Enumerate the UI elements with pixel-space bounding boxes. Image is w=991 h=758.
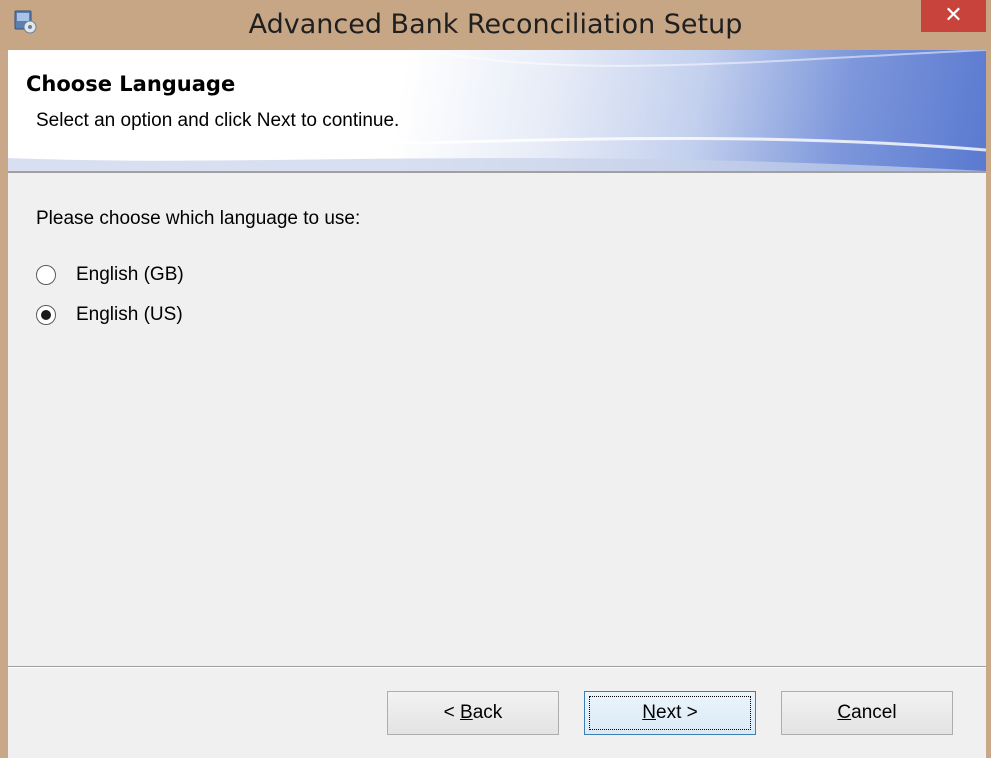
title-bar[interactable]: Advanced Bank Reconciliation Setup ✕ xyxy=(0,0,991,50)
radio-english-us[interactable] xyxy=(36,305,56,325)
close-button[interactable]: ✕ xyxy=(921,0,986,32)
header-banner: Choose Language Select an option and cli… xyxy=(8,50,986,171)
language-prompt: Please choose which language to use: xyxy=(36,208,361,229)
cancel-button-rest: ancel xyxy=(851,702,897,723)
back-button[interactable]: < Back xyxy=(387,691,559,735)
back-button-mnemonic: B xyxy=(460,702,473,723)
next-button[interactable]: Next > xyxy=(584,691,756,735)
setup-window: Advanced Bank Reconciliation Setup ✕ Cho… xyxy=(0,0,991,758)
back-button-rest: ack xyxy=(472,702,503,723)
page-title: Choose Language xyxy=(26,72,236,96)
focus-ring xyxy=(589,696,751,730)
cancel-button-mnemonic: C xyxy=(837,702,852,723)
banner-divider xyxy=(8,171,986,173)
cancel-button[interactable]: Cancel xyxy=(781,691,953,735)
language-option-english-us[interactable]: English (US) xyxy=(36,302,183,328)
window-title: Advanced Bank Reconciliation Setup xyxy=(248,9,743,40)
close-icon: ✕ xyxy=(944,2,963,27)
radio-label-english-us: English (US) xyxy=(76,304,183,325)
wizard-client-area: Choose Language Select an option and cli… xyxy=(8,50,986,758)
radio-label-english-gb: English (GB) xyxy=(76,264,184,285)
footer-divider xyxy=(8,666,986,668)
back-button-prefix: < xyxy=(443,702,461,723)
page-subtitle: Select an option and click Next to conti… xyxy=(36,110,400,131)
radio-english-gb[interactable] xyxy=(36,265,56,285)
language-option-english-gb[interactable]: English (GB) xyxy=(36,262,184,288)
